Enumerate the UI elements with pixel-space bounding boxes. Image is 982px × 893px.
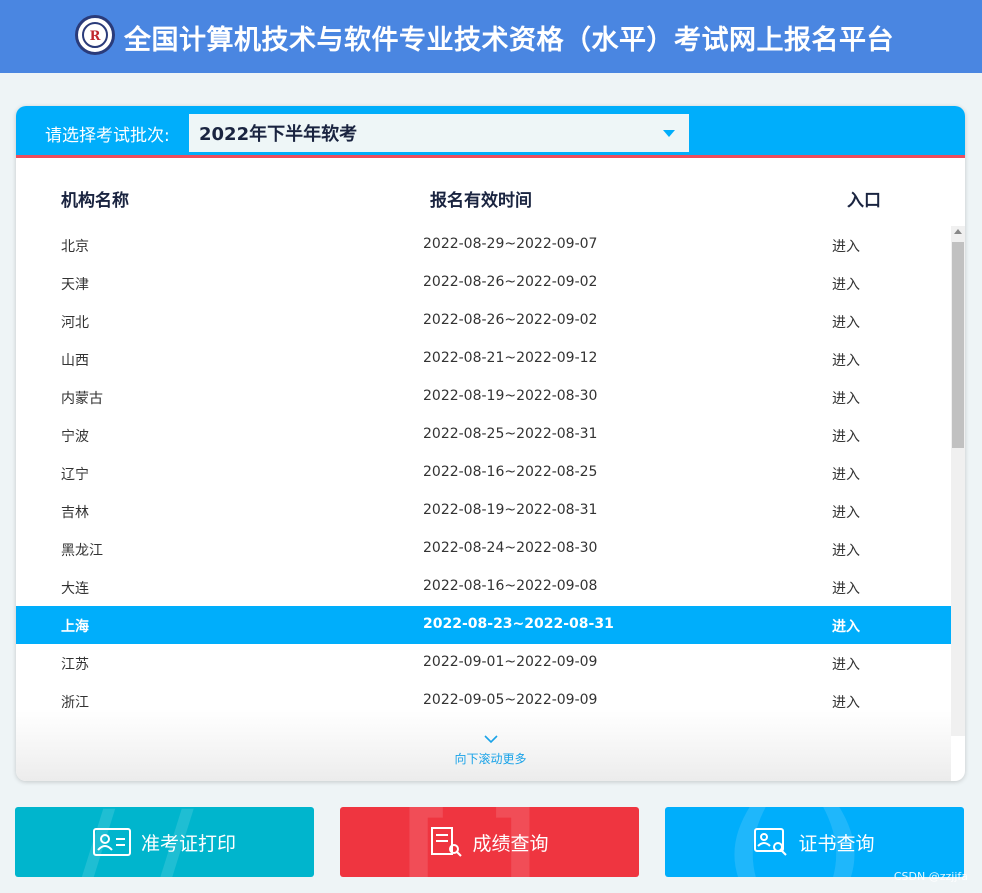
- org-name: 山西: [61, 353, 89, 369]
- registration-period: 2022-08-26~2022-09-02: [423, 312, 598, 328]
- enter-link[interactable]: 进入: [832, 464, 860, 484]
- registration-card: 请选择考试批次: 2022年下半年软考 机构名称 报名有效时间 入口 北京 202…: [16, 106, 965, 781]
- batch-bar: 请选择考试批次: 2022年下半年软考: [16, 106, 965, 158]
- ticket-print-button[interactable]: / / 准考证打印: [15, 807, 314, 877]
- org-name: 天津: [61, 277, 89, 293]
- table-row[interactable]: 北京 2022-08-29~2022-09-07 进入: [16, 226, 951, 264]
- enter-link[interactable]: 进入: [832, 540, 860, 560]
- exam-logo: R: [75, 15, 115, 55]
- table-row[interactable]: 天津 2022-08-26~2022-09-02 进入: [16, 264, 951, 302]
- registration-period: 2022-08-21~2022-09-12: [423, 350, 598, 366]
- logo-icon: R: [82, 22, 108, 48]
- certificate-query-button[interactable]: ( ) 证书查询: [665, 807, 964, 877]
- org-name: 吉林: [61, 505, 89, 521]
- enter-link[interactable]: 进入: [832, 502, 860, 522]
- org-name: 大连: [61, 581, 89, 597]
- svg-text:R: R: [90, 29, 101, 44]
- batch-select[interactable]: 2022年下半年软考: [189, 114, 689, 152]
- org-name: 辽宁: [61, 467, 89, 483]
- list-scrollbar[interactable]: [951, 226, 965, 736]
- table-row[interactable]: 吉林 2022-08-19~2022-08-31 进入: [16, 492, 951, 530]
- enter-link[interactable]: 进入: [832, 654, 860, 674]
- chevron-down-icon: [483, 735, 498, 744]
- enter-link[interactable]: 进入: [832, 388, 860, 408]
- org-name: 上海: [61, 619, 89, 635]
- registration-period: 2022-08-24~2022-08-30: [423, 540, 598, 556]
- scroll-more-hint[interactable]: 向下滚动更多: [16, 734, 965, 767]
- batch-selected-value: 2022年下半年软考: [199, 124, 358, 145]
- registration-period: 2022-08-19~2022-08-31: [423, 502, 598, 518]
- score-query-button[interactable]: [ ] 成绩查询: [340, 807, 639, 877]
- enter-link[interactable]: 进入: [832, 312, 860, 332]
- org-name: 黑龙江: [61, 543, 103, 559]
- ticket-print-label: 准考证打印: [140, 832, 236, 855]
- registration-period: 2022-08-25~2022-08-31: [423, 426, 598, 442]
- registration-period: 2022-08-19~2022-08-30: [423, 388, 598, 404]
- registration-period: 2022-09-05~2022-09-09: [423, 692, 598, 708]
- registration-period: 2022-08-29~2022-09-07: [423, 236, 598, 252]
- org-name: 河北: [61, 315, 89, 331]
- registration-period: 2022-08-16~2022-08-25: [423, 464, 598, 480]
- enter-link[interactable]: 进入: [832, 426, 860, 446]
- org-name: 北京: [61, 239, 89, 255]
- certificate-icon: [754, 828, 788, 856]
- table-row[interactable]: 内蒙古 2022-08-19~2022-08-30 进入: [16, 378, 951, 416]
- org-name: 宁波: [61, 429, 89, 445]
- table-row[interactable]: 辽宁 2022-08-16~2022-08-25 进入: [16, 454, 951, 492]
- table-row[interactable]: 山西 2022-08-21~2022-09-12 进入: [16, 340, 951, 378]
- table-row[interactable]: 黑龙江 2022-08-24~2022-08-30 进入: [16, 530, 951, 568]
- table-row[interactable]: 河北 2022-08-26~2022-09-02 进入: [16, 302, 951, 340]
- table-row[interactable]: 大连 2022-08-16~2022-09-08 进入: [16, 568, 951, 606]
- dropdown-caret-icon: [663, 130, 675, 137]
- page-title: 全国计算机技术与软件专业技术资格（水平）考试网上报名平台: [124, 25, 894, 56]
- table-row[interactable]: 宁波 2022-08-25~2022-08-31 进入: [16, 416, 951, 454]
- org-name: 内蒙古: [61, 391, 103, 407]
- scroll-more-text: 向下滚动更多: [454, 752, 527, 766]
- watermark: CSDN @zzjjfa: [893, 870, 968, 883]
- registration-period: 2022-08-26~2022-09-02: [423, 274, 598, 290]
- table-row[interactable]: 江苏 2022-09-01~2022-09-09 进入: [16, 644, 951, 682]
- enter-link[interactable]: 进入: [832, 616, 860, 636]
- enter-link[interactable]: 进入: [832, 350, 860, 370]
- enter-link[interactable]: 进入: [832, 274, 860, 294]
- enter-link[interactable]: 进入: [832, 578, 860, 598]
- column-header-period: 报名有效时间: [430, 191, 532, 211]
- registration-period: 2022-08-23~2022-08-31: [423, 616, 614, 632]
- document-search-icon: [430, 827, 463, 857]
- scroll-up-arrow-icon[interactable]: [954, 229, 962, 234]
- column-header-entry: 入口: [847, 191, 881, 211]
- enter-link[interactable]: 进入: [832, 236, 860, 256]
- org-name: 浙江: [61, 695, 89, 711]
- id-card-icon: [92, 828, 131, 856]
- certificate-query-label: 证书查询: [798, 832, 875, 855]
- scroll-thumb[interactable]: [952, 242, 964, 448]
- registration-period: 2022-08-16~2022-09-08: [423, 578, 598, 594]
- org-list[interactable]: 北京 2022-08-29~2022-09-07 进入 天津 2022-08-26~20…: [16, 226, 951, 781]
- org-name: 江苏: [61, 657, 89, 673]
- registration-period: 2022-09-01~2022-09-09: [423, 654, 598, 670]
- column-header-org: 机构名称: [61, 191, 129, 211]
- table-row[interactable]: 上海 2022-08-23~2022-08-31 进入: [16, 606, 951, 644]
- score-query-label: 成绩查询: [472, 832, 549, 855]
- enter-link[interactable]: 进入: [832, 692, 860, 712]
- page-header: R 全国计算机技术与软件专业技术资格（水平）考试网上报名平台: [0, 0, 982, 73]
- batch-label: 请选择考试批次:: [45, 126, 170, 146]
